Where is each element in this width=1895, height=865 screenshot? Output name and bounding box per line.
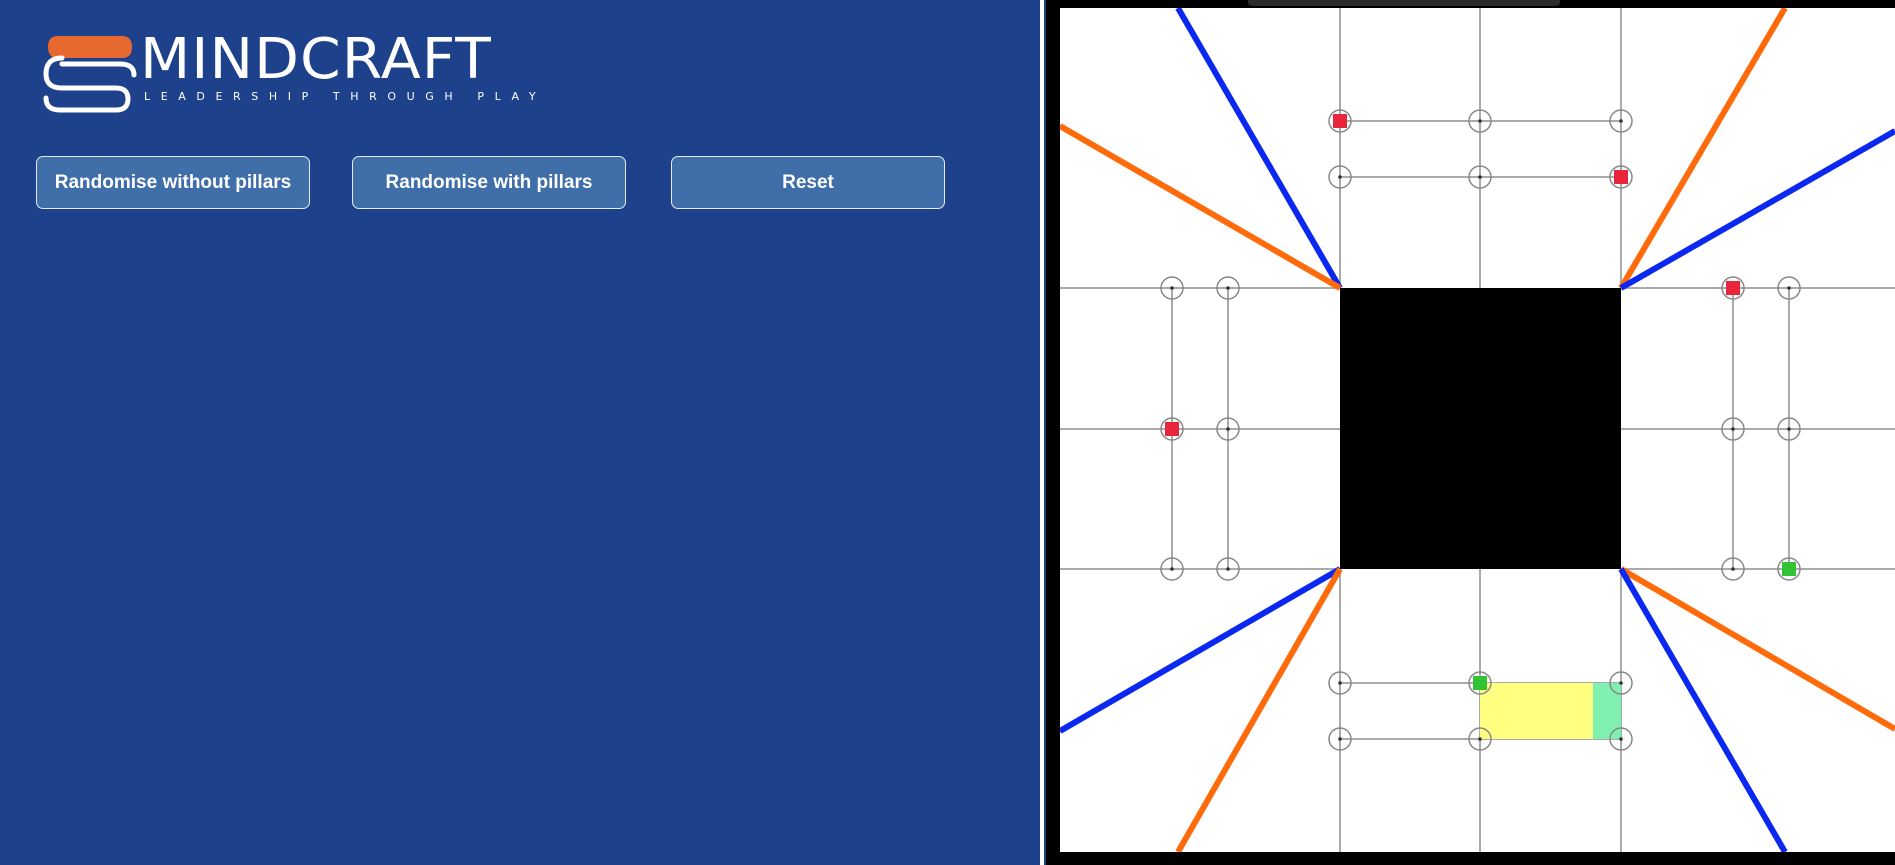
orange-line [1175,567,1343,852]
blue-line [1618,567,1788,852]
board-canvas[interactable] [1060,8,1895,852]
node-dot [1731,427,1735,431]
reset-button[interactable]: Reset [671,156,945,209]
randomise-with-pillars-button[interactable]: Randomise with pillars [352,156,626,209]
logo-mark-icon [43,36,137,113]
orange-line [1619,566,1895,732]
node-dot [1338,737,1342,741]
logo-tagline: LEADERSHIP THROUGH PLAY [144,90,547,103]
randomise-without-pillars-button[interactable]: Randomise without pillars [36,156,310,209]
orange-line [1060,123,1342,291]
orange-line [1618,8,1788,290]
red-marker[interactable] [1165,422,1179,436]
red-marker[interactable] [1614,170,1628,184]
node-dot [1787,427,1791,431]
node-dot [1170,567,1174,571]
node-dot [1619,737,1623,741]
red-marker[interactable] [1726,281,1740,295]
game-board[interactable] [1060,8,1895,852]
node-dot [1478,175,1482,179]
node-dot [1226,286,1230,290]
node-dot [1619,681,1623,685]
selected-slot-highlight [1480,683,1593,739]
board-top-tab [1248,0,1560,6]
blue-line [1175,8,1343,290]
node-dot [1338,175,1342,179]
node-dot [1619,119,1623,123]
control-panel: MINDCRAFT LEADERSHIP THROUGH PLAY Random… [0,0,1040,865]
blue-line [1060,566,1342,734]
node-dot [1338,681,1342,685]
node-dot [1478,737,1482,741]
green-marker[interactable] [1473,676,1487,690]
node-dot [1731,567,1735,571]
blue-line [1619,128,1895,291]
center-block [1340,288,1621,569]
node-dot [1226,427,1230,431]
node-dot [1226,567,1230,571]
logo-wordmark: MINDCRAFT [140,27,492,92]
green-marker[interactable] [1782,562,1796,576]
red-marker[interactable] [1333,114,1347,128]
node-dot [1478,119,1482,123]
selected-slot-end-highlight [1593,683,1621,739]
mindcraft-logo: MINDCRAFT LEADERSHIP THROUGH PLAY [40,27,550,118]
node-dot [1787,286,1791,290]
panel-divider [1040,0,1044,865]
node-dot [1170,286,1174,290]
